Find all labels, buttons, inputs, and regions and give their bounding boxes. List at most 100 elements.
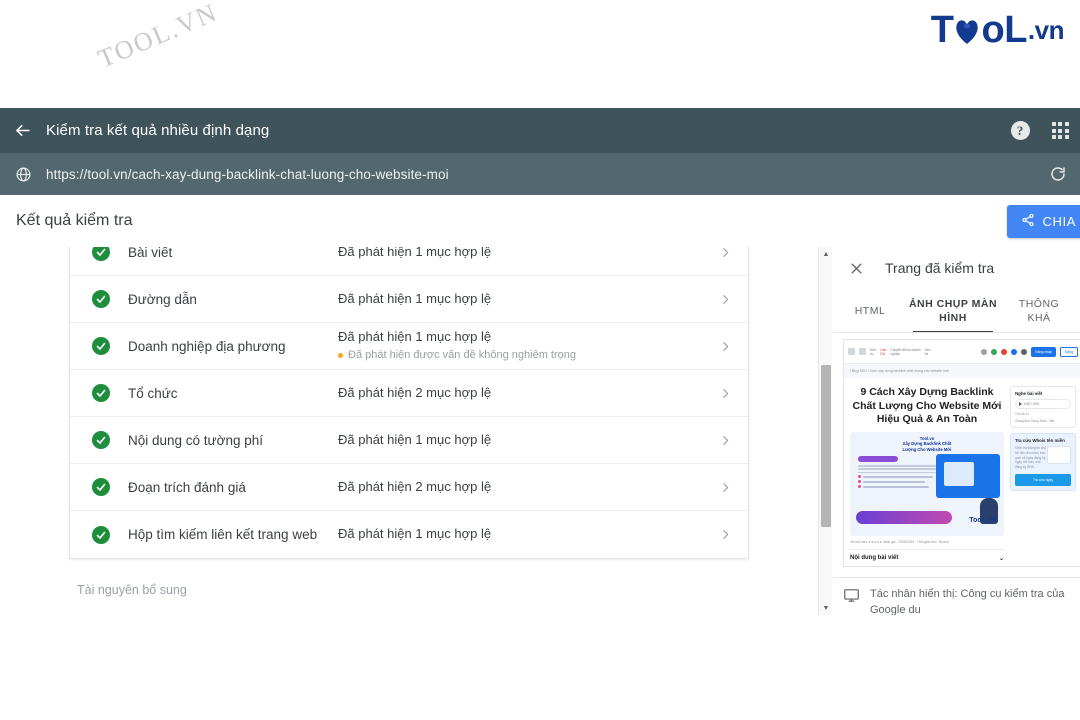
preview-nav-item: Liệu Dữ: [880, 347, 887, 356]
result-name: Nội dung có tường phí: [128, 432, 263, 448]
chevron-right-icon[interactable]: [702, 387, 748, 400]
table-row[interactable]: Đoạn trích đánh giá Đã phát hiện 2 mục h…: [70, 464, 748, 511]
result-name: Bài viết: [128, 247, 173, 260]
results-scrollbar[interactable]: ▲ ▼: [818, 247, 832, 615]
main-content: Bài viết Đã phát hiện 1 mục hợp lệ Đường…: [0, 247, 1080, 632]
results-header: Kết quả kiểm tra CHIA: [0, 195, 1080, 247]
preview-hero-monitor: [936, 453, 1000, 498]
close-icon[interactable]: [841, 253, 871, 283]
app-bar-title: Kiểm tra kết quả nhiều định dạng: [46, 122, 270, 139]
result-name: Đoạn trích đánh giá: [128, 479, 246, 495]
result-status: Đã phát hiện 1 mục hợp lệ: [338, 526, 492, 542]
logo-suffix-vn: .vn: [1027, 14, 1065, 45]
apps-grid-icon: [1051, 122, 1069, 139]
table-row[interactable]: Nội dung có tường phí Đã phát hiện 1 mục…: [70, 417, 748, 464]
preview-sidebar: Nghe bài viết 0:00 / 0:00 Tốc độ 1x Giọn…: [1010, 386, 1076, 562]
preview-site-header: Dịch vụ Liệu Dữ Chuyển đổi số doanh nghi…: [844, 340, 1080, 364]
globe-icon: [0, 166, 46, 183]
check-circle-icon: [92, 478, 110, 496]
reload-button[interactable]: [1036, 165, 1080, 183]
chevron-right-icon[interactable]: [702, 293, 748, 306]
chevron-right-icon[interactable]: [702, 434, 748, 447]
tab-other-info[interactable]: THÔNG KHÁ: [999, 289, 1079, 333]
apps-grid-button[interactable]: [1040, 108, 1080, 153]
preview-icon-c: [1001, 348, 1008, 355]
hamburger-icon: [848, 348, 855, 355]
preview-signin-button: Đăng nhập: [1031, 346, 1056, 357]
chevron-right-icon[interactable]: [702, 340, 748, 353]
result-status: Đã phát hiện 1 mục hợp lệ: [338, 247, 492, 259]
share-icon: [1021, 213, 1035, 230]
preview-toc: Nội dung bài viết ⌄: [850, 548, 1004, 562]
share-button-label: CHIA: [1042, 213, 1076, 229]
url-bar[interactable]: https://tool.vn/cach-xay-dung-backlink-c…: [0, 153, 1080, 195]
help-button[interactable]: ?: [1000, 108, 1040, 153]
extra-resources-label: Tài nguyên bổ sung: [77, 583, 187, 597]
preview-breadcrumb: / Blog SEO / Cách xây dựng backlink chất…: [844, 364, 1080, 378]
preview-nav-item: Liên hệ: [924, 347, 931, 356]
check-circle-icon: [92, 247, 110, 261]
tab-screenshot[interactable]: ẢNH CHỤP MÀN HÌNH: [907, 289, 999, 333]
preview-nav-item: Chuyển đổi số doanh nghiệp: [890, 347, 921, 356]
preview-hero-logo: TooL.vn: [969, 516, 996, 524]
preview-sidebar-card: Tra cứu Whois tên miền Kiểm tra thông ti…: [1010, 433, 1076, 491]
table-row[interactable]: Tổ chức Đã phát hiện 2 mục hợp lệ: [70, 370, 748, 417]
result-name: Tổ chức: [128, 385, 178, 401]
screenshot-thumbnail[interactable]: Dịch vụ Liệu Dữ Chuyển đổi số doanh nghi…: [843, 339, 1080, 567]
preview-icon-e: [1021, 348, 1028, 355]
logo-letters-ol: oL: [981, 8, 1027, 51]
user-agent-row: Tác nhân hiển thị: Công cụ kiểm tra của …: [833, 577, 1080, 632]
chevron-right-icon[interactable]: [702, 247, 748, 259]
result-warning-text: Đã phát hiện được vấn đề không nghiêm tr…: [348, 348, 577, 361]
table-row[interactable]: Đường dẫn Đã phát hiện 1 mục hợp lệ: [70, 276, 748, 323]
app-bar: Kiểm tra kết quả nhiều định dạng ?: [0, 108, 1080, 153]
preview-card-row: Giọng đọc Giọng Nam - Bắc: [1015, 419, 1055, 423]
scroll-down-arrow-icon[interactable]: ▼: [819, 601, 833, 615]
preview-icon-d: [1011, 348, 1018, 355]
result-status: Đã phát hiện 1 mục hợp lệ: [338, 290, 492, 306]
preview-article: 9 Cách Xây Dựng Backlink Chất Lượng Cho …: [850, 386, 1004, 562]
result-status: Đã phát hiện 2 mục hợp lệ: [338, 478, 492, 494]
warning-dot-icon: [338, 353, 343, 359]
result-status-text: Đã phát hiện 1 mục hợp lệ: [338, 329, 492, 345]
scroll-up-arrow-icon[interactable]: ▲: [819, 247, 833, 261]
result-status: Đã phát hiện 1 mục hợp lệ Đã phát hiện đ…: [338, 328, 702, 364]
result-status: Đã phát hiện 2 mục hợp lệ: [338, 384, 492, 400]
table-row[interactable]: Hộp tìm kiếm liên kết trang web Đã phát …: [70, 511, 748, 558]
back-icon[interactable]: [0, 121, 44, 140]
preview-sidebar-card: Nghe bài viết 0:00 / 0:00 Tốc độ 1x Giọn…: [1010, 386, 1076, 428]
results-scroll-inner: Bài viết Đã phát hiện 1 mục hợp lệ Đường…: [0, 247, 818, 597]
preview-card-button: Tra cứu ngay: [1015, 473, 1071, 486]
preview-hero-line: [858, 465, 944, 467]
preview-hero-title: Tool.vn Xây Dựng Backlink Chất Lượng Cho…: [902, 435, 952, 452]
url-text: https://tool.vn/cach-xay-dung-backlink-c…: [46, 166, 449, 182]
check-circle-icon: [92, 431, 110, 449]
tab-html[interactable]: HTML: [833, 289, 907, 333]
table-row[interactable]: Doanh nghiệp địa phương Đã phát hiện 1 m…: [70, 323, 748, 370]
help-circle-icon: ?: [1010, 121, 1030, 140]
check-circle-icon: [92, 384, 110, 402]
play-icon: [1019, 402, 1022, 406]
preview-audio-time: 0:00 / 0:00: [1024, 402, 1040, 406]
preview-hero-line: [858, 468, 936, 471]
preview-hero-footer-bar: [856, 510, 952, 524]
result-warning: Đã phát hiện được vấn đề không nghiêm tr…: [338, 348, 702, 364]
check-circle-icon: [92, 290, 110, 308]
page-watermark: TOOL.VN: [93, 0, 222, 74]
preview-card-row: Tốc độ 1x: [1015, 412, 1029, 416]
check-circle-icon: [92, 337, 110, 355]
preview-register-button: Đăng: [1059, 346, 1078, 357]
share-button[interactable]: CHIA: [1006, 204, 1080, 238]
table-row[interactable]: Bài viết Đã phát hiện 1 mục hợp lệ: [70, 247, 748, 276]
preview-panel: Trang đã kiểm tra HTML ẢNH CHỤP MÀN HÌNH…: [833, 247, 1080, 615]
result-name: Hộp tìm kiếm liên kết trang web: [128, 527, 318, 542]
page-title: Kết quả kiểm tra: [16, 212, 133, 229]
preview-tabs: HTML ẢNH CHỤP MÀN HÌNH THÔNG KHÁ: [833, 289, 1080, 333]
scrollbar-thumb[interactable]: [821, 365, 831, 527]
preview-card-title: Nghe bài viết: [1015, 391, 1043, 396]
preview-hero-pill: [858, 456, 898, 463]
preview-panel-title: Trang đã kiểm tra: [885, 260, 995, 276]
chevron-right-icon[interactable]: [702, 528, 748, 541]
chevron-right-icon[interactable]: [702, 481, 748, 494]
result-name: Đường dẫn: [128, 291, 197, 307]
